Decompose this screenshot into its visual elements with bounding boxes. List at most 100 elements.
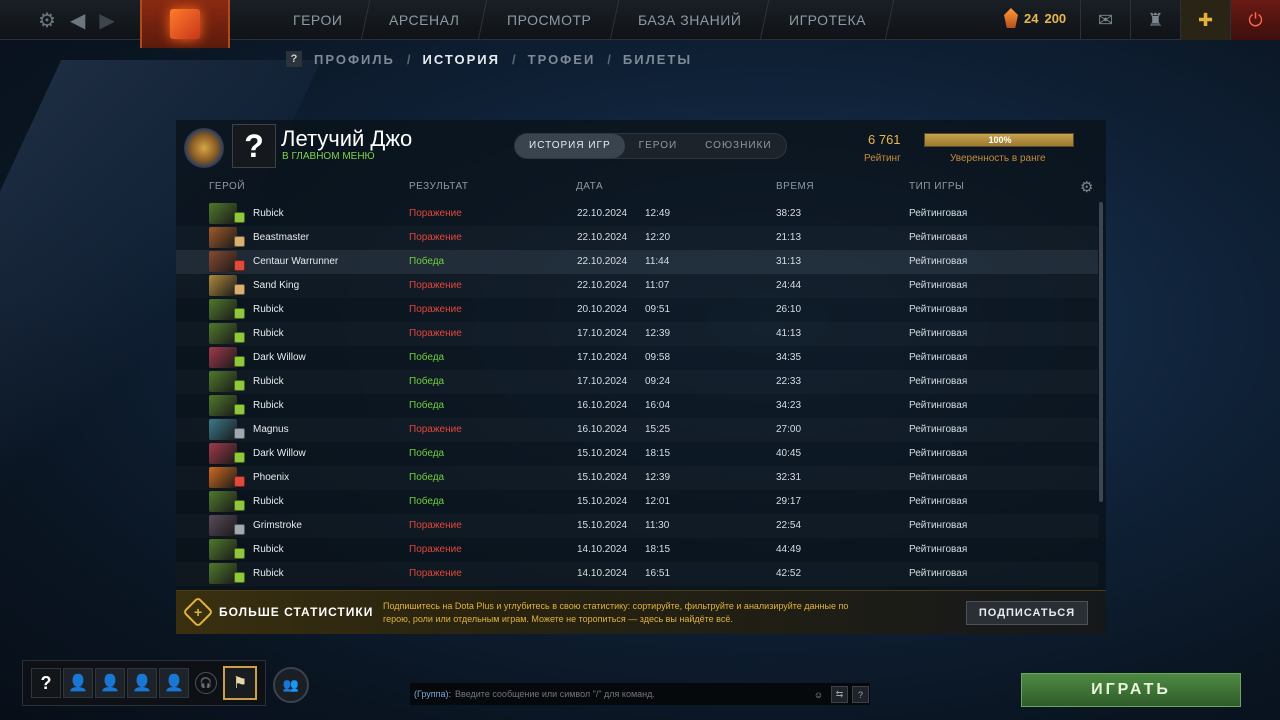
tab-trophies[interactable]: ТРОФЕИ: [528, 52, 596, 67]
table-row[interactable]: Grimstroke Поражение 15.10.2024 11:30 22:54 Р…: [176, 514, 1098, 538]
table-row[interactable]: Rubick Поражение 14.10.2024 18:15 44:49 Рейти…: [176, 538, 1098, 562]
top-left-icons: ⚙ ◀ ▶: [38, 8, 115, 33]
table-row[interactable]: Rubick Поражение 14.10.2024 16:51 42:52 Рейти…: [176, 562, 1098, 586]
nav-knowledge-base[interactable]: БАЗА ЗНАНИЙ: [610, 0, 770, 40]
armory-shield-icon[interactable]: ♜: [1130, 0, 1180, 40]
match-time: 09:58: [645, 352, 671, 363]
hero-portrait: [209, 515, 237, 536]
rank-medal-icon[interactable]: [184, 128, 224, 168]
header-date[interactable]: ДАТА: [576, 181, 603, 192]
header-result[interactable]: РЕЗУЛЬТАТ: [409, 181, 468, 192]
match-date: 15.10.2024: [577, 472, 628, 483]
header-hero[interactable]: ГЕРОЙ: [209, 181, 245, 192]
nav-armory[interactable]: АРСЕНАЛ: [362, 0, 489, 40]
table-row[interactable]: Centaur Warrunner Победа 22.10.2024 11:44 31…: [176, 250, 1098, 274]
match-result: Поражение: [409, 304, 462, 315]
party-slot-empty[interactable]: 👤: [127, 668, 157, 698]
party-slot-self[interactable]: ?: [31, 668, 61, 698]
emoji-icon[interactable]: ☺: [810, 686, 827, 703]
game-type: Рейтинговая: [909, 400, 968, 411]
table-row[interactable]: Rubick Поражение 22.10.2024 12:49 38:23 Рейти…: [176, 202, 1098, 226]
match-duration: 42:52: [776, 568, 802, 579]
match-time: 12:01: [645, 496, 671, 507]
confidence-bar: 100%: [924, 133, 1074, 147]
header-game-type[interactable]: ТИП ИГРЫ: [909, 181, 964, 192]
table-row[interactable]: Beastmaster Поражение 22.10.2024 12:20 21:13…: [176, 226, 1098, 250]
dota-plus-icon[interactable]: ✚: [1180, 0, 1230, 40]
mail-icon[interactable]: ✉: [1080, 0, 1130, 40]
role-badge-icon: [234, 428, 245, 439]
table-row[interactable]: Dark Willow Победа 15.10.2024 18:15 40:45 Рей…: [176, 442, 1098, 466]
top-bar: ⚙ ◀ ▶ ГЕРОИ АРСЕНАЛ ПРОСМОТР БАЗА ЗНАНИЙ…: [0, 0, 1280, 48]
back-arrow-icon[interactable]: ◀: [70, 8, 85, 33]
role-badge-icon: [234, 404, 245, 415]
match-time: 12:49: [645, 208, 671, 219]
dota-logo-button[interactable]: [140, 0, 230, 48]
table-row[interactable]: Rubick Победа 15.10.2024 12:01 29:17 Рейтинго…: [176, 490, 1098, 514]
role-badge-icon: [234, 236, 245, 247]
friends-icon[interactable]: 👥: [273, 667, 309, 703]
tab-heroes[interactable]: ГЕРОИ: [625, 134, 692, 158]
tab-tickets[interactable]: БИЛЕТЫ: [623, 52, 692, 67]
hero-name: Rubick: [253, 544, 284, 555]
match-duration: 21:13: [776, 232, 802, 243]
match-result: Победа: [409, 448, 445, 459]
table-row[interactable]: Rubick Поражение 20.10.2024 09:51 26:10 Рейти…: [176, 298, 1098, 322]
match-result: Поражение: [409, 520, 462, 531]
tab-allies[interactable]: СОЮЗНИКИ: [691, 134, 785, 158]
dota-plus-icon: +: [182, 596, 214, 628]
tab-match-history[interactable]: ИСТОРИЯ ИГР: [515, 134, 625, 158]
match-duration: 44:49: [776, 544, 802, 555]
avatar[interactable]: ?: [232, 124, 276, 168]
table-row[interactable]: Magnus Поражение 16.10.2024 15:25 27:00 Рейти…: [176, 418, 1098, 442]
tab-history[interactable]: ИСТОРИЯ: [423, 52, 501, 67]
hero-name: Rubick: [253, 568, 284, 579]
match-result: Поражение: [409, 232, 462, 243]
chat-help-icon[interactable]: ?: [852, 686, 869, 703]
hero-name: Rubick: [253, 304, 284, 315]
nav-watch[interactable]: ПРОСМОТР: [479, 0, 620, 40]
match-result: Победа: [409, 496, 445, 507]
nav-arcade[interactable]: ИГРОТЕКА: [761, 0, 894, 40]
nav-heroes[interactable]: ГЕРОИ: [265, 0, 371, 40]
match-date: 16.10.2024: [577, 424, 628, 435]
gear-icon[interactable]: ⚙: [38, 8, 56, 33]
match-duration: 34:35: [776, 352, 802, 363]
hero-portrait: [209, 371, 237, 392]
hero-portrait: [209, 227, 237, 248]
party-slot-empty[interactable]: 👤: [63, 668, 93, 698]
hero-portrait: [209, 395, 237, 416]
tab-profile[interactable]: ПРОФИЛЬ: [314, 52, 395, 67]
party-slot-empty[interactable]: 👤: [159, 668, 189, 698]
header-duration[interactable]: ВРЕМЯ: [776, 181, 814, 192]
chat-channel-icon[interactable]: ⇆: [831, 686, 848, 703]
hero-portrait: [209, 275, 237, 296]
guild-banner-icon[interactable]: ⚑: [223, 666, 257, 700]
hero-name: Centaur Warrunner: [253, 256, 339, 267]
help-icon[interactable]: ?: [286, 51, 302, 67]
chat-input[interactable]: (Группа): Введите сообщение или символ "…: [410, 683, 870, 705]
table-row[interactable]: Dark Willow Победа 17.10.2024 09:58 34:35 Рей…: [176, 346, 1098, 370]
forward-arrow-icon[interactable]: ▶: [99, 8, 114, 33]
match-result: Поражение: [409, 208, 462, 219]
game-type: Рейтинговая: [909, 208, 968, 219]
table-row[interactable]: Rubick Победа 16.10.2024 16:04 34:23 Рейтинго…: [176, 394, 1098, 418]
game-type: Рейтинговая: [909, 232, 968, 243]
hero-name: Phoenix: [253, 472, 290, 483]
currency-display[interactable]: 24 200: [1004, 8, 1066, 28]
party-slot-empty[interactable]: 👤: [95, 668, 125, 698]
game-type: Рейтинговая: [909, 568, 968, 579]
table-row[interactable]: Rubick Поражение 17.10.2024 12:39 41:13 Рейти…: [176, 322, 1098, 346]
scrollbar[interactable]: [1099, 202, 1103, 502]
table-row[interactable]: Sand King Поражение 22.10.2024 11:07 24:44 Ре…: [176, 274, 1098, 298]
subscribe-button[interactable]: ПОДПИСАТЬСЯ: [966, 601, 1088, 625]
table-row[interactable]: Rubick Победа 17.10.2024 09:24 22:33 Рейтинго…: [176, 370, 1098, 394]
hero-portrait: [209, 251, 237, 272]
power-icon[interactable]: ⏻: [1230, 0, 1280, 40]
match-result: Победа: [409, 472, 445, 483]
table-row[interactable]: Phoenix Победа 15.10.2024 12:39 32:31 Рейтинг…: [176, 466, 1098, 490]
play-button[interactable]: ИГРАТЬ: [1021, 673, 1241, 707]
gear-icon[interactable]: ⚙: [1080, 178, 1093, 196]
match-history-panel: ? Летучий Джо В ГЛАВНОМ МЕНЮ ИСТОРИЯ ИГР…: [176, 120, 1106, 634]
voice-chat-icon[interactable]: 🎧: [195, 672, 217, 694]
